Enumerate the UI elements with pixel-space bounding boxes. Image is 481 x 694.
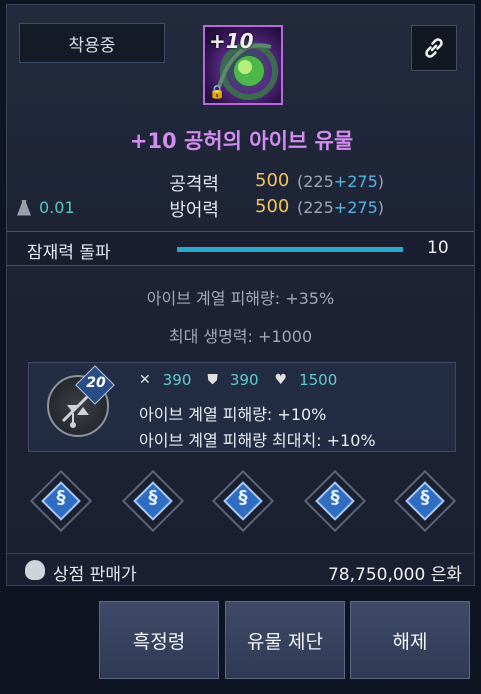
defense-stat-row: 방어력 500 (225+275) — [7, 196, 476, 222]
socket-slot[interactable]: § — [393, 469, 457, 533]
rune-attack: ✕ 390 — [139, 371, 191, 389]
equipped-badge: 착용중 — [19, 23, 165, 63]
potential-bar — [177, 247, 403, 252]
socket-slots: § § § § § — [23, 469, 463, 533]
rune-defense-value: 390 — [229, 371, 259, 389]
socket-slot[interactable]: § — [29, 469, 93, 533]
rune-attack-value: 390 — [162, 371, 192, 389]
rune-level: 20 — [86, 375, 106, 391]
enhance-level: +10 — [209, 29, 254, 53]
sell-price-row: 상점 판매가 78,750,000 은화 — [7, 553, 474, 587]
potential-row: 잠재력 돌파 10 — [7, 231, 474, 266]
socket-slot[interactable]: § — [211, 469, 275, 533]
potential-bar-fill — [177, 247, 403, 252]
rune-hp-value: 1500 — [299, 371, 338, 389]
unequip-button[interactable]: 해제 — [350, 601, 470, 679]
defense-value: 500 — [255, 196, 290, 217]
rune-hp: ♥ 1500 — [275, 371, 338, 389]
link-button[interactable] — [411, 25, 457, 71]
money-bag-icon — [25, 560, 45, 580]
weight-icon — [17, 199, 31, 216]
attack-label: 공격력 — [169, 174, 219, 195]
weight-info: 0.01 — [17, 198, 75, 217]
defense-detail: (225+275) — [297, 198, 384, 217]
socket-slot[interactable]: § — [121, 469, 185, 533]
effect-line: 최대 생명력: +1000 — [168, 327, 313, 346]
rune-box: 20 ✕ 390 ⛊ 390 ♥ 1500 아이브 계열 피해량: +10% 아… — [28, 362, 456, 452]
socket-glyph-icon: § — [330, 487, 340, 508]
relic-orb-icon[interactable]: +10 🔒 — [203, 25, 283, 105]
socket-glyph-icon: § — [56, 487, 66, 508]
attack-detail: (225+275) — [297, 172, 384, 191]
rune-stats: ✕ 390 ⛊ 390 ♥ 1500 — [139, 371, 337, 389]
socket-slot[interactable]: § — [303, 469, 367, 533]
sell-price-value: 78,750,000 은화 — [327, 565, 462, 585]
rune-effect-line: 아이브 계열 피해량: +10% — [139, 405, 327, 424]
weight-value: 0.01 — [39, 198, 75, 217]
potential-value: 10 — [427, 238, 449, 258]
defense-bonus: +275 — [333, 198, 378, 217]
socket-glyph-icon: § — [238, 487, 248, 508]
attack-value: 500 — [255, 170, 290, 191]
relic-altar-button[interactable]: 유물 제단 — [225, 601, 345, 679]
defense-base: 225 — [303, 198, 334, 217]
heart-plus-icon: ♥ — [274, 372, 288, 388]
item-name: +10 공허의 아이브 유물 — [129, 129, 354, 153]
socket-glyph-icon: § — [148, 487, 158, 508]
defense-label: 방어력 — [169, 200, 219, 221]
shield-icon: ⛊ — [207, 372, 218, 388]
attack-stat-row: 공격력 500 (225+275) — [7, 170, 476, 196]
attack-base: 225 — [303, 172, 334, 191]
item-tooltip-panel: 착용중 +10 🔒 +10 공허의 아이브 유물 공격력 500 (225+27… — [6, 4, 475, 586]
attack-bonus: +275 — [333, 172, 378, 191]
lock-icon: 🔒 — [209, 85, 226, 100]
sell-price-label: 상점 판매가 — [53, 565, 137, 585]
potential-label: 잠재력 돌파 — [27, 243, 111, 263]
essence-button[interactable]: 흑정령 — [99, 601, 219, 679]
rune-effect-line: 아이브 계열 피해량 최대치: +10% — [139, 431, 376, 450]
link-icon — [425, 38, 443, 58]
socket-glyph-icon: § — [420, 487, 430, 508]
effect-line: 아이브 계열 피해량: +35% — [146, 289, 335, 308]
crossed-swords-icon: ✕ — [139, 372, 151, 388]
rune-defense: ⛊ 390 — [207, 371, 258, 389]
